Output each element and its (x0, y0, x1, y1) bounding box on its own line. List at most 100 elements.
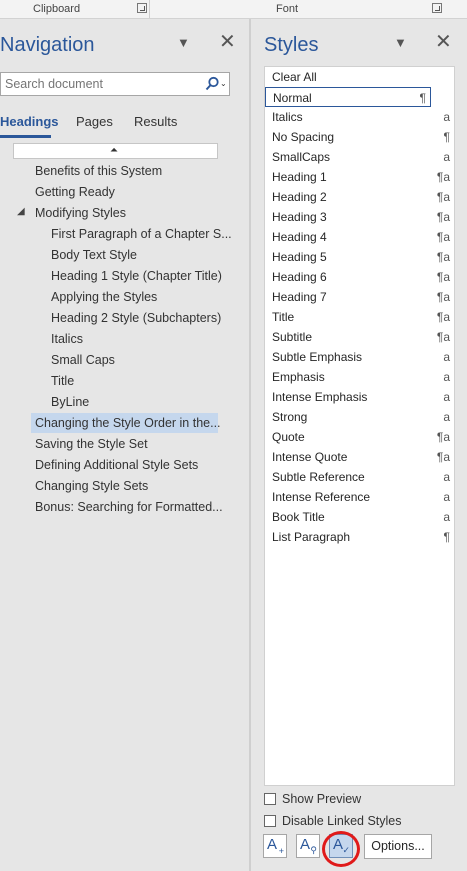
linked-style-icon: ¶a (436, 190, 450, 204)
collapse-triangle-icon[interactable]: ◢ (17, 206, 25, 217)
linked-style-icon: ¶a (436, 170, 450, 184)
style-item[interactable]: Title ¶a (265, 307, 454, 327)
search-input[interactable] (5, 76, 195, 92)
heading-item[interactable]: Title (51, 371, 74, 391)
style-item[interactable]: No Spacing ¶ (265, 127, 454, 147)
heading-item[interactable]: Changing Style Sets (35, 476, 148, 496)
group-divider (149, 0, 150, 18)
heading-item[interactable]: Saving the Style Set (35, 434, 148, 454)
disable-linked-styles-checkbox[interactable]: Disable Linked Styles (264, 814, 402, 828)
font-dialog-launcher-icon[interactable] (432, 3, 442, 13)
scroll-to-top-bar[interactable]: ⏶ (13, 143, 218, 159)
style-item[interactable]: Heading 1 ¶a (265, 167, 454, 187)
character-style-icon: a (443, 350, 450, 364)
new-style-icon: A (267, 836, 278, 853)
style-item[interactable]: Heading 2 ¶a (265, 187, 454, 207)
clipboard-dialog-launcher-icon[interactable] (137, 3, 147, 13)
font-group-label: Font (276, 3, 299, 15)
close-navigation-icon[interactable]: ✕ (219, 32, 236, 52)
style-inspector-button[interactable]: A ⚲ (296, 834, 320, 858)
heading-item[interactable]: Italics (51, 329, 83, 349)
heading-item[interactable]: Bonus: Searching for Formatted... (35, 497, 223, 517)
style-item[interactable]: Heading 5 ¶a (265, 247, 454, 267)
linked-style-icon: ¶a (436, 270, 450, 284)
style-item[interactable]: Heading 7 ¶a (265, 287, 454, 307)
checkbox-icon (264, 793, 276, 805)
linked-style-icon: ¶a (436, 230, 450, 244)
search-options-chevron-icon[interactable]: ⌄ (220, 79, 227, 88)
heading-item[interactable]: Heading 2 Style (Subchapters) (51, 308, 221, 328)
style-clear-all[interactable]: Clear All (265, 67, 454, 87)
linked-style-icon: ¶a (436, 450, 450, 464)
style-item[interactable]: Italics a (265, 107, 454, 127)
search-box: ⌄ (0, 72, 230, 96)
style-item[interactable]: Heading 3 ¶a (265, 207, 454, 227)
character-style-icon: a (443, 390, 450, 404)
tab-pages[interactable]: Pages (76, 114, 113, 129)
paragraph-style-icon: ¶ (443, 530, 450, 544)
heading-item[interactable]: Applying the Styles (51, 287, 157, 307)
heading-item[interactable]: Small Caps (51, 350, 115, 370)
style-item[interactable]: Subtitle ¶a (265, 327, 454, 347)
heading-item[interactable]: Body Text Style (51, 245, 137, 265)
options-button[interactable]: Options... (364, 834, 432, 859)
heading-item[interactable]: Benefits of this System (35, 161, 162, 181)
character-style-icon: a (443, 370, 450, 384)
heading-item[interactable]: Defining Additional Style Sets (35, 455, 198, 475)
styles-pane-title: Styles (264, 34, 319, 56)
style-item[interactable]: List Paragraph ¶ (265, 527, 454, 547)
tab-headings[interactable]: Headings (0, 114, 59, 129)
ribbon-group-labels: Clipboard Font (0, 0, 467, 19)
style-item[interactable]: Book Title a (265, 507, 454, 527)
pane-options-chevron-icon[interactable]: ▼ (177, 35, 190, 50)
linked-style-icon: ¶a (436, 250, 450, 264)
linked-style-icon: ¶a (436, 210, 450, 224)
style-item[interactable]: Intense Emphasis a (265, 387, 454, 407)
show-preview-checkbox[interactable]: Show Preview (264, 792, 361, 806)
pane-options-chevron-icon[interactable]: ▼ (394, 35, 407, 50)
tab-results[interactable]: Results (134, 114, 177, 129)
new-style-button[interactable]: A + (263, 834, 287, 858)
style-item[interactable]: Heading 6 ¶a (265, 267, 454, 287)
style-item[interactable]: SmallCaps a (265, 147, 454, 167)
navigation-pane: Navigation ▼ ✕ ⌄ Headings Pages Results … (0, 19, 249, 871)
style-item[interactable]: Subtle Reference a (265, 467, 454, 487)
linked-style-icon: ¶a (436, 430, 450, 444)
style-item[interactable]: Subtle Emphasis a (265, 347, 454, 367)
style-item[interactable]: Strong a (265, 407, 454, 427)
character-style-icon: a (443, 110, 450, 124)
style-normal[interactable]: Normal ¶ (265, 87, 431, 107)
navigation-pane-title: Navigation (0, 34, 95, 56)
heading-item[interactable]: Getting Ready (35, 182, 115, 202)
style-item[interactable]: Heading 4 ¶a (265, 227, 454, 247)
heading-item[interactable]: Modifying Styles (35, 203, 126, 223)
paragraph-style-icon: ¶ (419, 91, 426, 105)
close-styles-icon[interactable]: ✕ (435, 32, 452, 52)
scroll-to-top-icon: ⏶ (110, 145, 118, 156)
paragraph-style-icon: ¶ (443, 130, 450, 144)
style-item[interactable]: Emphasis a (265, 367, 454, 387)
active-tab-indicator (0, 135, 51, 138)
linked-style-icon: ¶a (436, 330, 450, 344)
character-style-icon: a (443, 410, 450, 424)
style-item[interactable]: Intense Quote ¶a (265, 447, 454, 467)
styles-pane: Styles ▼ ✕ Clear All Normal ¶ Italics a No… (251, 19, 467, 871)
checkbox-icon (264, 815, 276, 827)
search-icon[interactable] (204, 76, 220, 92)
character-style-icon: a (443, 510, 450, 524)
clipboard-group-label: Clipboard (33, 3, 81, 15)
style-item[interactable]: Intense Reference a (265, 487, 454, 507)
styles-list: Clear All Normal ¶ Italics a No Spacing ¶ S… (264, 66, 455, 786)
linked-style-icon: ¶a (436, 310, 450, 324)
heading-item[interactable]: First Paragraph of a Chapter S... (51, 224, 232, 244)
character-style-icon: a (443, 470, 450, 484)
character-style-icon: a (443, 150, 450, 164)
style-item[interactable]: Quote ¶a (265, 427, 454, 447)
linked-style-icon: ¶a (436, 290, 450, 304)
style-inspector-icon: A (300, 836, 311, 853)
annotation-red-circle (322, 831, 360, 867)
heading-item[interactable]: ByLine (51, 392, 89, 412)
character-style-icon: a (443, 490, 450, 504)
heading-item-selected[interactable]: Changing the Style Order in the... (31, 413, 221, 433)
heading-item[interactable]: Heading 1 Style (Chapter Title) (51, 266, 222, 286)
